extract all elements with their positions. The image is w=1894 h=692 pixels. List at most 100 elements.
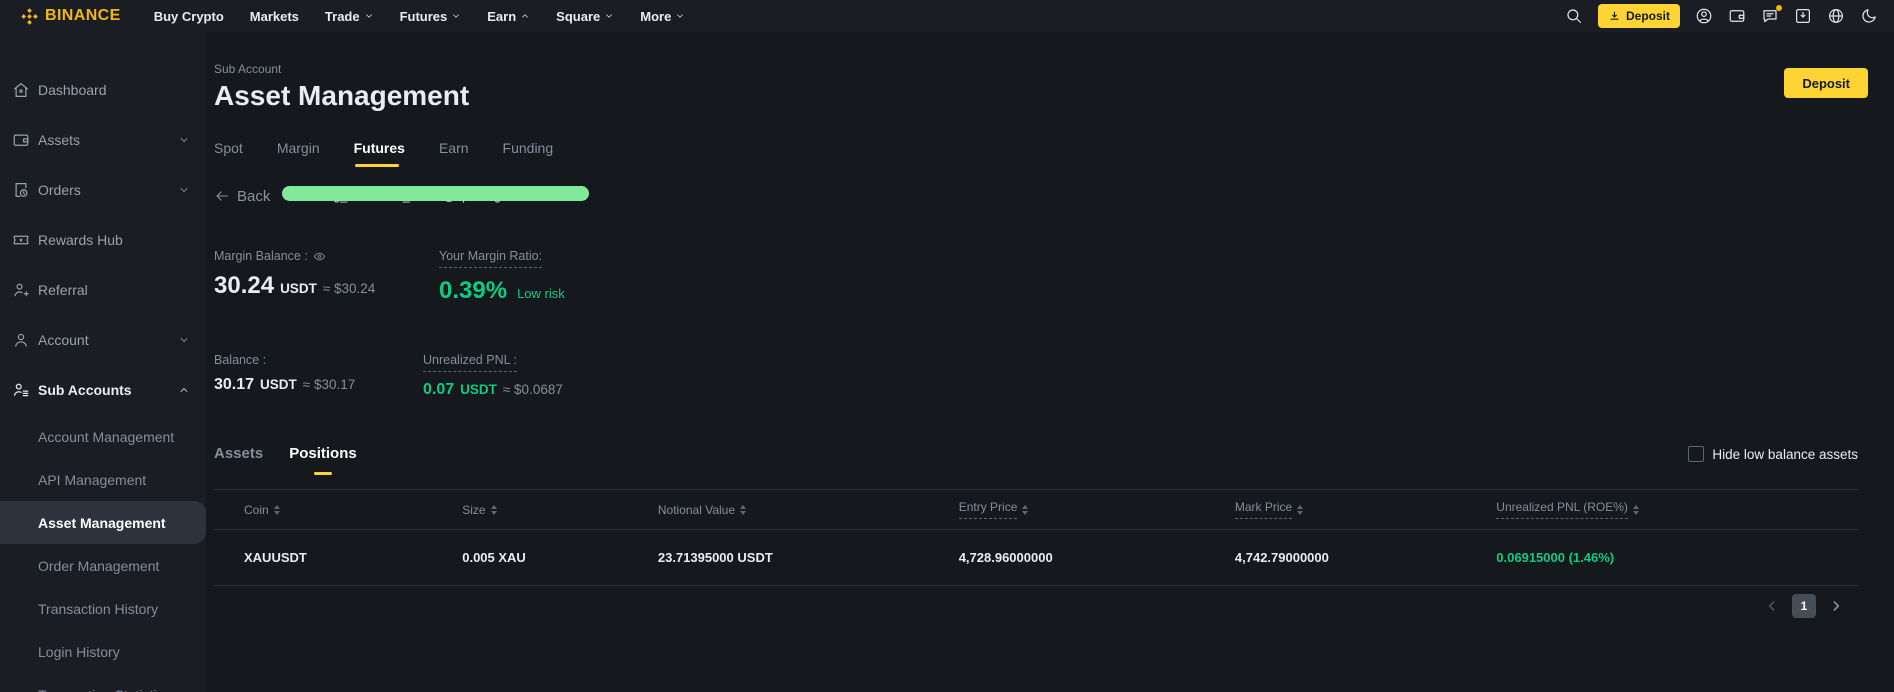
stat-balance: Balance : 30.17 USDT ≈ $30.17 [214, 353, 356, 393]
cell-notional-value: 23.71395000 USDT [657, 529, 959, 586]
sidebar-subitem-order-management[interactable]: Order Management [0, 544, 206, 587]
column-header-unrealized-pnl[interactable]: Unrealized PNL (ROE%) [1496, 489, 1858, 530]
chevron-down-icon [606, 14, 613, 18]
home-icon [12, 81, 30, 99]
tab-positions[interactable]: Positions [289, 445, 357, 475]
positions-section-header: Assets Positions Hide low balance assets [214, 445, 1858, 475]
nav-earn[interactable]: Earn [474, 9, 543, 24]
deposit-arrow-icon [1610, 11, 1619, 20]
cell-mark-price: 4,742.79000000 [1234, 529, 1497, 586]
language-globe-icon[interactable] [1827, 7, 1845, 25]
deposit-button-topbar[interactable]: Deposit [1597, 4, 1680, 28]
column-header-size[interactable]: Size [462, 489, 658, 530]
margin-balance-label: Margin Balance : [214, 249, 308, 263]
back-row: Back aitrading_79801701_virtual@xparenga… [214, 186, 1858, 205]
chevron-down-icon [180, 138, 188, 142]
sidebar-item-account[interactable]: Account [0, 315, 206, 365]
column-header-mark-price[interactable]: Mark Price [1234, 489, 1497, 530]
hide-low-balance-label: Hide low balance assets [1712, 446, 1858, 462]
search-icon[interactable] [1565, 7, 1583, 25]
rewards-ticket-icon [12, 231, 30, 249]
nav-buy-crypto[interactable]: Buy Crypto [141, 9, 237, 24]
sidebar-subitem-transaction-statistics[interactable]: Transaction Statistics [0, 673, 206, 692]
page-title: Asset Management [214, 80, 470, 111]
unrealized-pnl-value: 0.07 [423, 381, 455, 398]
sidebar-subitem-login-history[interactable]: Login History [0, 630, 206, 673]
nav-square[interactable]: Square [543, 9, 627, 24]
column-header-entry-price[interactable]: Entry Price [958, 489, 1235, 530]
chevron-down-icon [180, 338, 188, 342]
theme-moon-icon[interactable] [1860, 7, 1878, 25]
sidebar-item-dashboard[interactable]: Dashboard [0, 65, 206, 115]
stat-unrealized-pnl: Unrealized PNL : 0.07 USDT ≈ $0.0687 [423, 353, 563, 398]
account-type-tabs: Spot Margin Futures Earn Funding [214, 140, 1858, 167]
margin-balance-value: 30.24 [214, 272, 275, 299]
chevron-down-icon [677, 14, 684, 18]
pagination-next-icon[interactable] [1828, 598, 1844, 614]
tab-assets[interactable]: Assets [214, 445, 263, 475]
sidebar-item-orders[interactable]: Orders [0, 165, 206, 215]
sidebar-subitem-account-management[interactable]: Account Management [0, 415, 206, 458]
cell-coin: XAUUSDT [214, 529, 463, 586]
chevron-up-icon [180, 388, 188, 392]
chevron-up-icon [522, 14, 529, 18]
sidebar-subitem-asset-management[interactable]: Asset Management [0, 501, 206, 544]
risk-badge: Low risk [517, 286, 565, 301]
positions-table: Coin Size Notional Value Entry Price Mar… [214, 489, 1858, 586]
tab-futures[interactable]: Futures [354, 140, 405, 167]
sidebar-item-sub-accounts[interactable]: Sub Accounts [0, 365, 206, 415]
eye-icon[interactable] [313, 250, 326, 263]
pagination-page-1[interactable]: 1 [1792, 594, 1816, 618]
deposit-button-main[interactable]: Deposit [1784, 68, 1868, 98]
binance-logo[interactable]: BINANCE [20, 7, 121, 26]
nav-markets[interactable]: Markets [237, 9, 312, 24]
sort-icon [490, 504, 497, 515]
hide-low-balance-checkbox[interactable] [1688, 446, 1705, 462]
binance-diamond-icon [21, 7, 38, 25]
cell-size: 0.005 XAU [462, 529, 658, 586]
primary-nav: Buy Crypto Markets Trade Futures Earn Sq… [141, 9, 699, 24]
tab-funding[interactable]: Funding [503, 140, 554, 167]
profile-icon[interactable] [1695, 7, 1713, 25]
stat-margin-ratio: Your Margin Ratio: 0.39% Low risk [439, 249, 565, 305]
app-download-icon[interactable] [1794, 7, 1812, 25]
sub-accounts-icon [12, 381, 30, 399]
cell-unrealized-pnl: 0.06915000 (1.46%) [1496, 529, 1858, 586]
sidebar-subitem-api-management[interactable]: API Management [0, 458, 206, 501]
margin-ratio-label: Your Margin Ratio: [439, 249, 543, 268]
margin-ratio-value: 0.39% [439, 277, 508, 304]
pagination-prev-icon[interactable] [1764, 598, 1780, 614]
notification-dot [1776, 5, 1782, 11]
tab-spot[interactable]: Spot [214, 140, 243, 167]
sort-icon [740, 504, 747, 515]
sort-icon [1022, 504, 1029, 515]
column-header-coin[interactable]: Coin [214, 489, 463, 530]
breadcrumb: Sub Account [214, 62, 282, 76]
hide-low-balance-toggle[interactable]: Hide low balance assets [1688, 446, 1858, 462]
sidebar-item-rewards-hub[interactable]: Rewards Hub [0, 215, 206, 265]
main-content: Sub Account Asset Management Deposit Spo… [206, 32, 1894, 692]
tab-earn[interactable]: Earn [439, 140, 469, 167]
chat-icon[interactable] [1761, 5, 1782, 25]
nav-futures[interactable]: Futures [387, 9, 475, 24]
balance-value: 30.17 [214, 376, 255, 393]
wallet-icon[interactable] [1728, 7, 1746, 25]
back-button[interactable]: Back [214, 188, 270, 205]
table-header-row: Coin Size Notional Value Entry Price Mar… [214, 489, 1858, 530]
logo-wordmark: BINANCE [45, 7, 121, 24]
sidebar-subitem-transaction-history[interactable]: Transaction History [0, 587, 206, 630]
stats-row-2: Balance : 30.17 USDT ≈ $30.17 Unrealized… [214, 353, 1858, 399]
redaction-highlight [282, 186, 589, 201]
tab-margin[interactable]: Margin [277, 140, 320, 167]
nav-more[interactable]: More [627, 9, 698, 24]
sidebar-item-assets[interactable]: Assets [0, 115, 206, 165]
column-header-notional-value[interactable]: Notional Value [657, 489, 959, 530]
sidebar-item-referral[interactable]: Referral [0, 265, 206, 315]
top-navigation-bar: BINANCE Buy Crypto Markets Trade Futures… [0, 0, 1894, 32]
balance-label: Balance : [214, 353, 267, 367]
nav-trade[interactable]: Trade [312, 9, 387, 24]
section-tabs: Assets Positions [214, 445, 357, 475]
chevron-down-icon [365, 14, 372, 18]
unrealized-pnl-label: Unrealized PNL : [423, 353, 518, 372]
chevron-down-icon [453, 14, 460, 18]
